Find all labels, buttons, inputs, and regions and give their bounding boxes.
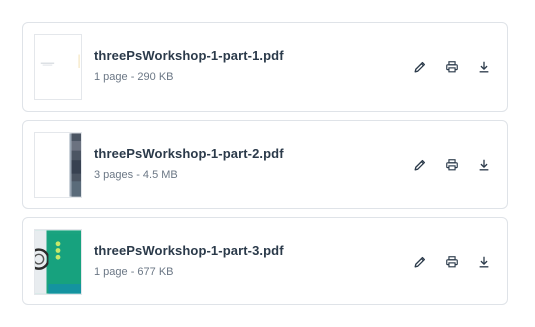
file-actions — [411, 253, 493, 271]
printer-icon — [446, 61, 458, 73]
file-name: threePsWorkshop-1-part-3.pdf — [94, 243, 284, 258]
file-meta: 1 page - 290 KB — [94, 71, 174, 83]
edit-button[interactable] — [411, 156, 429, 174]
pencil-icon — [414, 61, 426, 73]
file-meta: 1 page - 677 KB — [94, 266, 174, 278]
download-button[interactable] — [475, 156, 493, 174]
print-button[interactable] — [443, 156, 461, 174]
download-icon — [479, 159, 489, 171]
edit-button[interactable] — [411, 253, 429, 271]
file-list: threePsWorkshop-1-part-1.pdf 1 page - 29… — [22, 22, 508, 313]
file-name: threePsWorkshop-1-part-1.pdf — [94, 48, 284, 63]
file-name: threePsWorkshop-1-part-2.pdf — [94, 146, 284, 161]
file-actions — [411, 156, 493, 174]
pencil-icon — [414, 256, 426, 268]
pdf-page-preview — [35, 133, 81, 197]
file-thumbnail[interactable] — [34, 229, 82, 295]
download-button[interactable] — [475, 58, 493, 76]
pencil-icon — [414, 159, 426, 171]
file-card: threePsWorkshop-1-part-2.pdf 3 pages - 4… — [22, 120, 508, 209]
file-card: threePsWorkshop-1-part-1.pdf 1 page - 29… — [22, 22, 508, 112]
pdf-page-preview — [35, 230, 81, 294]
download-icon — [479, 61, 489, 73]
print-button[interactable] — [443, 253, 461, 271]
file-thumbnail[interactable] — [34, 132, 82, 198]
pdf-page-preview — [35, 35, 81, 99]
printer-icon — [446, 159, 458, 171]
download-icon — [479, 256, 489, 268]
edit-button[interactable] — [411, 58, 429, 76]
file-thumbnail[interactable] — [34, 34, 82, 100]
printer-icon — [446, 256, 458, 268]
file-actions — [411, 58, 493, 76]
download-button[interactable] — [475, 253, 493, 271]
print-button[interactable] — [443, 58, 461, 76]
file-card: threePsWorkshop-1-part-3.pdf 1 page - 67… — [22, 217, 508, 305]
file-meta: 3 pages - 4.5 MB — [94, 169, 178, 181]
